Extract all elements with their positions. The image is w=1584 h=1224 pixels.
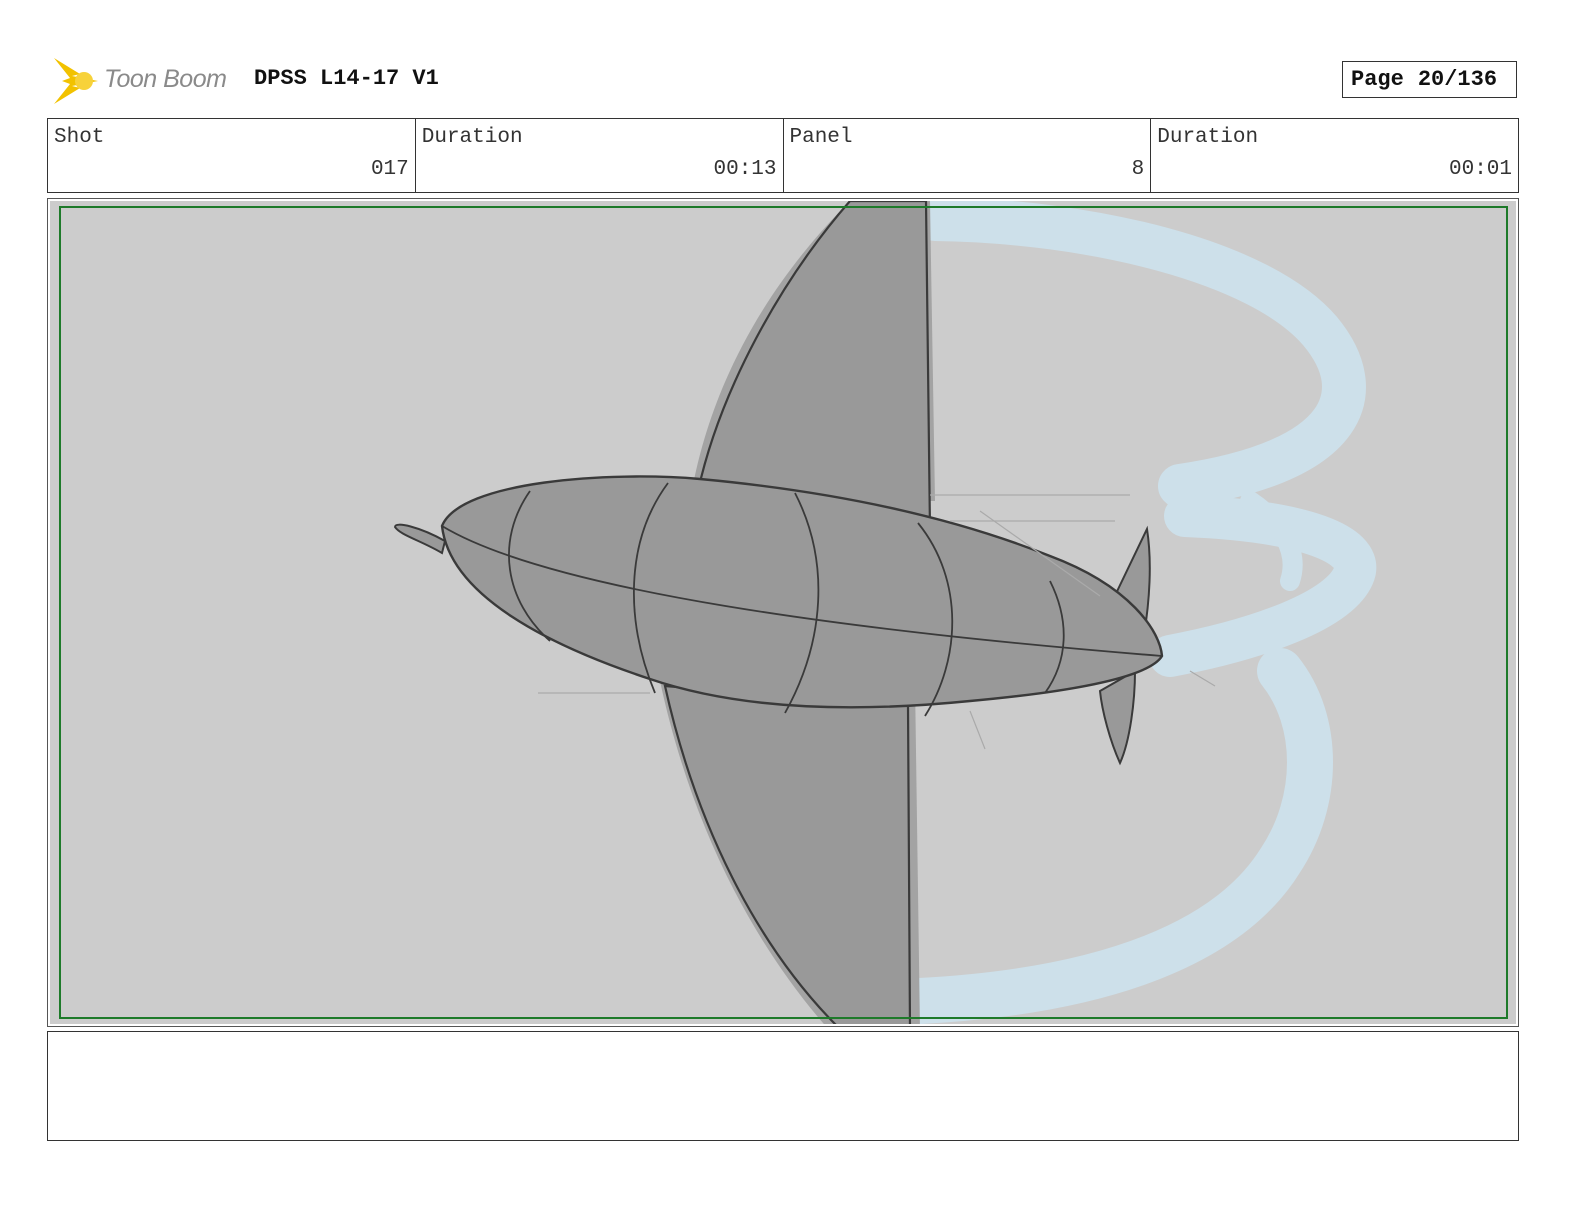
panel-duration-label: Duration [1157,126,1259,149]
shot-info-row: Shot 017 Duration 00:13 Panel 8 Duration… [47,118,1519,193]
page-number: 20/136 [1417,67,1498,92]
panel-label: Panel [789,126,853,149]
shot-cell: Shot 017 [48,119,416,192]
page-indicator: Page 20/136 [1342,61,1517,98]
document-title: DPSS L14-17 V1 [254,66,439,91]
shot-duration-label: Duration [421,126,523,149]
logo-text: Toon Boom [104,65,227,93]
shot-value: 017 [370,158,409,181]
page-label: Page [1351,67,1404,92]
shot-label: Shot [54,126,105,149]
panel-value: 8 [1131,158,1145,181]
airplane-top-view-with-smoke-trail-icon [50,201,1516,1024]
panel-duration-cell: Duration 00:01 [1151,119,1518,192]
shot-duration-cell: Duration 00:13 [416,119,784,192]
shot-duration-value: 00:13 [713,158,777,181]
panel-duration-value: 00:01 [1448,158,1512,181]
storyboard-panel [47,198,1519,1027]
panel-cell: Panel 8 [784,119,1152,192]
starburst-icon [54,58,98,104]
panel-notes-box [47,1031,1519,1141]
toon-boom-logo: Toon Boom [50,54,240,108]
